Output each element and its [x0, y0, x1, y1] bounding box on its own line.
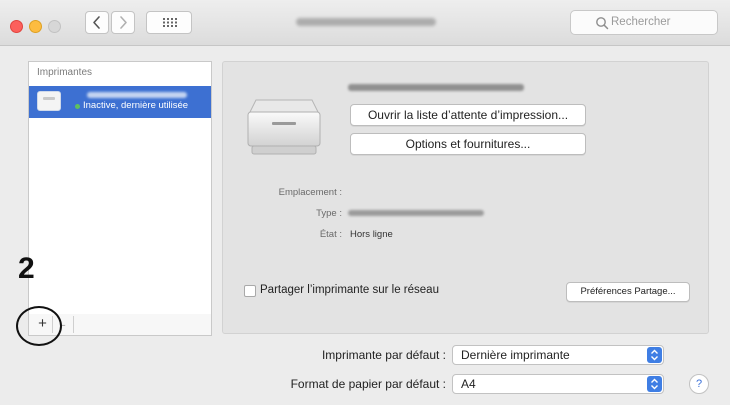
options-supplies-button[interactable]: Options et fournitures... — [350, 133, 586, 155]
printer-name-redacted — [87, 92, 187, 98]
search-field[interactable]: Rechercher — [570, 10, 718, 35]
help-button[interactable]: ? — [689, 374, 709, 394]
callout-circle — [16, 306, 62, 346]
search-placeholder: Rechercher — [611, 16, 671, 28]
grid-icon — [163, 18, 177, 27]
chevron-left-icon — [93, 16, 100, 29]
zoom-window-button[interactable] — [48, 20, 61, 33]
printer-status: Inactive, dernière utilisée — [83, 100, 189, 111]
type-label: Type : — [316, 208, 342, 219]
share-printer-label[interactable]: Partager l’imprimante sur le réseau — [260, 284, 439, 296]
default-paper-label: Format de papier par défaut : — [290, 377, 446, 391]
printer-icon — [247, 99, 321, 155]
printer-list[interactable]: Imprimantes Inactive, dernière utilisée — [28, 61, 212, 315]
minimize-window-button[interactable] — [29, 20, 42, 33]
title-bar: Rechercher — [0, 0, 730, 46]
sharing-preferences-button[interactable]: Préférences Partage... — [566, 282, 690, 302]
default-printer-label: Imprimante par défaut : — [321, 348, 446, 362]
stepper-arrows-icon — [647, 376, 662, 392]
step-number: 2 — [18, 252, 35, 285]
open-print-queue-button[interactable]: Ouvrir la liste d’attente d’impression..… — [350, 104, 586, 126]
back-button[interactable] — [85, 11, 109, 34]
default-paper-value: A4 — [461, 377, 476, 391]
state-label: État : — [319, 229, 342, 240]
printer-icon — [37, 91, 61, 111]
printer-list-header: Imprimantes — [37, 67, 93, 78]
default-printer-select[interactable]: Dernière imprimante — [452, 345, 664, 365]
close-window-button[interactable] — [10, 20, 23, 33]
forward-button[interactable] — [111, 11, 135, 34]
state-value: Hors ligne — [350, 229, 393, 240]
status-dot-icon — [75, 104, 80, 109]
type-value-redacted — [348, 210, 484, 216]
search-icon — [596, 17, 609, 30]
default-printer-value: Dernière imprimante — [461, 348, 570, 362]
printer-name-redacted — [348, 84, 524, 91]
printer-list-item[interactable]: Inactive, dernière utilisée — [29, 86, 211, 118]
stepper-arrows-icon — [647, 347, 662, 363]
share-printer-checkbox[interactable] — [244, 285, 256, 297]
default-paper-select[interactable]: A4 — [452, 374, 664, 394]
location-label: Emplacement : — [278, 187, 342, 198]
window-title-redacted — [296, 18, 436, 26]
chevron-right-icon — [120, 16, 127, 29]
show-all-button[interactable] — [146, 11, 192, 34]
